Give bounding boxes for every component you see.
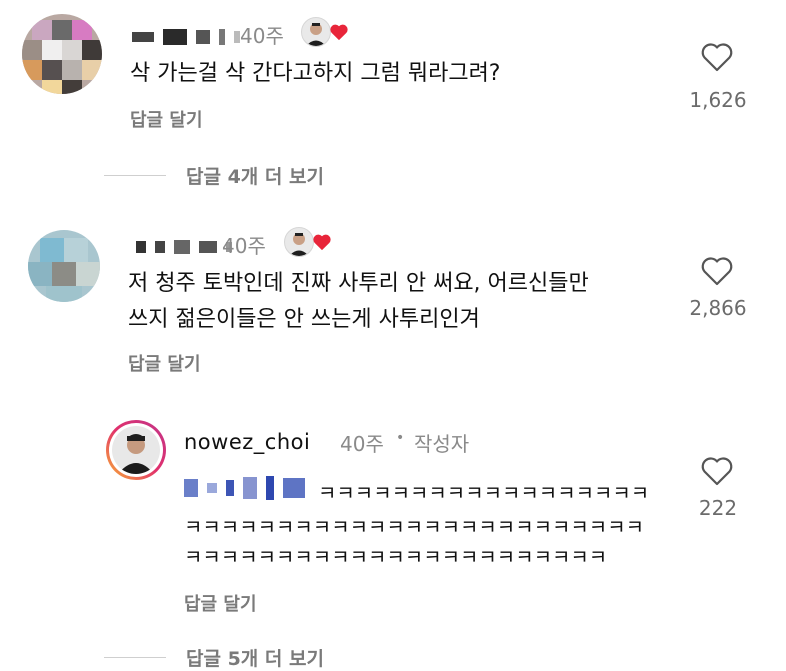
author-badge: 작성자 <box>414 432 470 456</box>
reply-text-line3: ㅋㅋㅋㅋㅋㅋㅋㅋㅋㅋㅋㅋㅋㅋㅋㅋㅋㅋㅋㅋㅋㅋㅋ <box>184 545 608 569</box>
reply-time: 40주 <box>340 432 384 456</box>
creator-avatar <box>301 17 331 47</box>
author-avatar[interactable] <box>106 420 166 480</box>
like-button[interactable] <box>700 42 734 76</box>
like-count: 222 <box>698 496 738 520</box>
comment-2: 40주 저 청주 토박인데 진짜 사투리 안 써요, 어르신들만 쓰지 젊은이들… <box>0 220 786 380</box>
comment-text: 삭 가는걸 삭 간다고하지 그럼 뭐라그려? <box>130 61 501 86</box>
comment-text-line2: 쓰지 젊은이들은 안 쓰는게 사투리인겨 <box>128 307 480 332</box>
liked-by-creator-icon <box>312 233 332 255</box>
comment-time: 40주 <box>240 24 284 48</box>
reply-text-line1: ㅋㅋㅋㅋㅋㅋㅋㅋㅋㅋㅋㅋㅋㅋㅋㅋㅋㅋ <box>318 481 650 505</box>
heart-outline-icon[interactable] <box>700 256 734 286</box>
blurred-username[interactable] <box>132 26 244 46</box>
reply-button[interactable]: 답글 달기 <box>130 106 203 132</box>
reply-text-line2: ㅋㅋㅋㅋㅋㅋㅋㅋㅋㅋㅋㅋㅋㅋㅋㅋㅋㅋㅋㅋㅋㅋㅋㅋㅋ <box>184 515 644 539</box>
heart-outline-icon[interactable] <box>700 42 734 72</box>
heart-outline-icon[interactable] <box>700 456 734 486</box>
author-reply: nowez_choi 40주 • 작성자 ㅋㅋㅋㅋㅋㅋㅋㅋㅋㅋㅋㅋㅋㅋㅋㅋㅋㅋ … <box>0 418 786 618</box>
liked-by-creator-icon <box>329 23 349 45</box>
comment-1: 40주 삭 가는걸 삭 간다고하지 그럼 뭐라그려? 답글 달기 1,626 <box>0 0 786 140</box>
like-button[interactable] <box>700 256 734 290</box>
divider-line <box>104 175 166 176</box>
like-count: 2,866 <box>689 296 747 320</box>
like-button[interactable] <box>700 456 734 490</box>
separator-dot: • <box>396 430 405 446</box>
view-more-replies[interactable]: 답글 4개 더 보기 <box>186 162 324 189</box>
creator-avatar <box>284 227 314 257</box>
commenter-avatar[interactable] <box>28 230 100 302</box>
comment-time: 40주 <box>222 234 266 258</box>
reply-button[interactable]: 답글 달기 <box>184 590 257 616</box>
comment-text-line1: 저 청주 토박인데 진짜 사투리 안 써요, 어르신들만 <box>128 271 589 296</box>
author-username[interactable]: nowez_choi <box>184 430 310 454</box>
view-more-replies[interactable]: 답글 5개 더 보기 <box>186 644 324 671</box>
commenter-avatar[interactable] <box>22 14 102 94</box>
divider-line <box>104 657 166 658</box>
like-count: 1,626 <box>689 88 747 112</box>
blurred-mention[interactable] <box>184 476 309 504</box>
reply-button[interactable]: 답글 달기 <box>128 350 201 376</box>
